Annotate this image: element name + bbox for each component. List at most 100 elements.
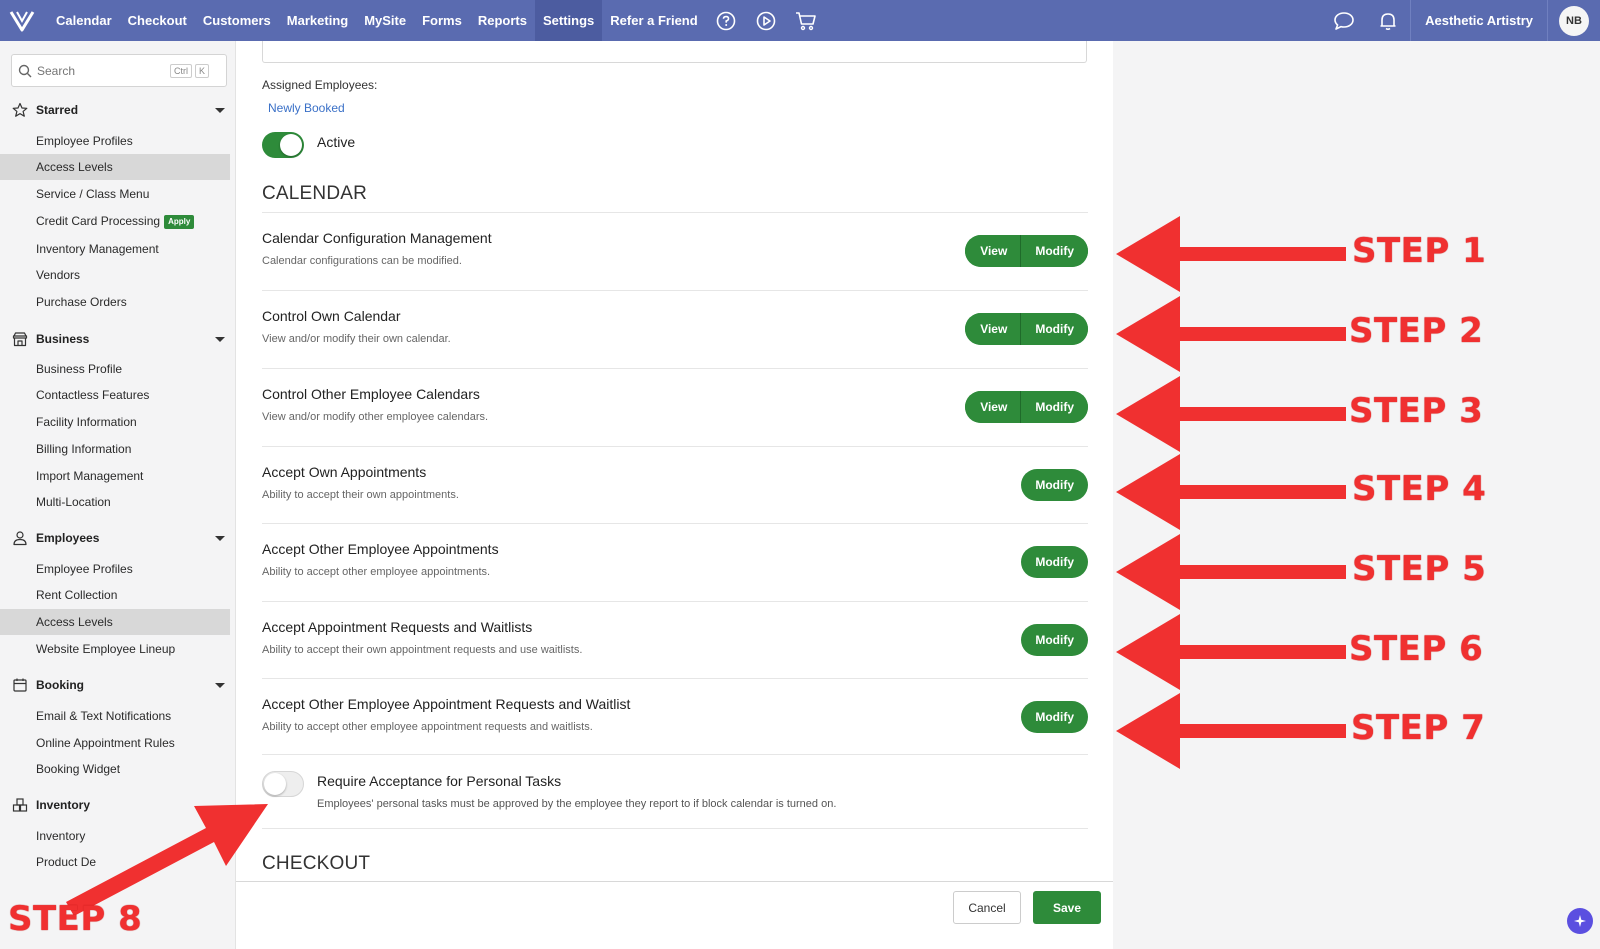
modify-button[interactable]: Modify <box>1021 391 1088 423</box>
apply-badge[interactable]: Apply <box>164 214 195 229</box>
sidebar-item-inventory[interactable]: Inventory <box>0 823 234 849</box>
modify-button[interactable]: Modify <box>1021 624 1088 656</box>
shortcut-k: K <box>195 63 210 78</box>
sidebar-item-employee-profiles-2[interactable]: Employee Profiles <box>0 556 234 582</box>
play-video-icon[interactable] <box>746 0 786 41</box>
permission-row-calendar-configuration: Calendar Configuration Management Calend… <box>262 212 1088 290</box>
permission-title: Accept Own Appointments <box>262 464 427 480</box>
sidebar-item-website-employee-lineup[interactable]: Website Employee Lineup <box>0 636 234 662</box>
step-7-label: STEP 7 <box>1351 708 1486 748</box>
permission-title: Accept Other Employee Appointment Reques… <box>262 696 631 712</box>
step-1-label: STEP 1 <box>1352 231 1487 271</box>
chevron-down-icon[interactable] <box>215 107 225 113</box>
chat-icon[interactable] <box>1322 0 1366 41</box>
sidebar-item-employee-profiles[interactable]: Employee Profiles <box>0 128 234 154</box>
star-icon <box>11 101 29 119</box>
step-2-label: STEP 2 <box>1349 311 1484 351</box>
personal-tasks-description: Employees' personal tasks must be approv… <box>317 798 837 810</box>
sidebar-item-access-levels[interactable]: Access Levels <box>0 154 230 180</box>
nav-forms[interactable]: Forms <box>414 0 470 41</box>
permission-description: Ability to accept other employee appoint… <box>262 566 491 578</box>
sidebar-item-purchase-orders[interactable]: Purchase Orders <box>0 289 234 315</box>
notifications-bell-icon[interactable] <box>1366 0 1410 41</box>
save-button[interactable]: Save <box>1033 891 1101 924</box>
nav-mysite[interactable]: MySite <box>356 0 414 41</box>
step-4-label: STEP 4 <box>1352 469 1487 509</box>
step-3-label: STEP 3 <box>1349 391 1484 431</box>
sidebar-item-rent-collection[interactable]: Rent Collection <box>0 582 234 608</box>
sidebar-item-business-profile[interactable]: Business Profile <box>0 356 234 382</box>
modify-button[interactable]: Modify <box>1021 546 1088 578</box>
chevron-down-icon[interactable] <box>215 682 225 688</box>
assigned-employees-link[interactable]: Newly Booked <box>268 101 345 115</box>
sidebar-item-contactless-features[interactable]: Contactless Features <box>0 382 234 408</box>
chevron-down-icon[interactable] <box>215 535 225 541</box>
sidebar-search[interactable]: Ctrl K <box>11 54 227 87</box>
section-title: Business <box>36 332 90 346</box>
sidebar-item-online-appointment-rules[interactable]: Online Appointment Rules <box>0 730 234 756</box>
chevron-down-icon[interactable] <box>215 336 225 342</box>
sidebar-item-import-management[interactable]: Import Management <box>0 463 234 489</box>
permission-row-accept-own-appointments: Accept Own Appointments Ability to accep… <box>262 446 1088 524</box>
avatar[interactable]: NB <box>1559 5 1589 36</box>
sidebar-item-billing-information[interactable]: Billing Information <box>0 436 234 462</box>
nav-customers[interactable]: Customers <box>195 0 279 41</box>
permission-row-accept-other-requests-waitlist: Accept Other Employee Appointment Reques… <box>262 678 1088 756</box>
toggle-knob <box>264 773 286 795</box>
business-name[interactable]: Aesthetic Artistry <box>1410 0 1548 41</box>
permission-title: Calendar Configuration Management <box>262 230 492 246</box>
boxes-icon <box>11 796 29 814</box>
sidebar-item-email-text-notifications[interactable]: Email & Text Notifications <box>0 703 234 729</box>
sidebar-item-facility-information[interactable]: Facility Information <box>0 409 234 435</box>
settings-sidebar: Ctrl K Starred Employee Profiles Access … <box>0 41 236 949</box>
sidebar-section-starred[interactable]: Starred <box>11 99 229 121</box>
modify-button[interactable]: Modify <box>1021 469 1088 501</box>
active-toggle[interactable] <box>262 132 304 158</box>
sidebar-section-business[interactable]: Business <box>11 328 229 350</box>
shortcut-ctrl: Ctrl <box>170 63 192 78</box>
personal-tasks-toggle[interactable] <box>262 771 304 797</box>
permission-description: Ability to accept other employee appoint… <box>262 721 593 733</box>
view-button[interactable]: View <box>965 391 1022 423</box>
permission-description: View and/or modify other employee calend… <box>262 411 489 423</box>
permission-title: Control Other Employee Calendars <box>262 386 480 402</box>
description-field[interactable] <box>262 41 1087 63</box>
step-6-label: STEP 6 <box>1349 629 1484 669</box>
assigned-employees-label: Assigned Employees: <box>262 78 378 92</box>
nav-settings[interactable]: Settings <box>534 0 603 41</box>
sidebar-item-service-class-menu[interactable]: Service / Class Menu <box>0 181 234 207</box>
view-button[interactable]: View <box>965 313 1022 345</box>
sidebar-item-credit-card-processing[interactable]: Credit Card Processing Apply <box>0 208 234 234</box>
modify-button[interactable]: Modify <box>1021 235 1088 267</box>
sidebar-section-booking[interactable]: Booking <box>11 674 229 696</box>
permission-button-group: Modify <box>1021 546 1088 578</box>
shopping-cart-icon[interactable] <box>786 0 826 41</box>
top-nav-bar: Calendar Checkout Customers Marketing My… <box>0 0 1600 41</box>
sidebar-section-employees[interactable]: Employees <box>11 527 229 549</box>
modify-button[interactable]: Modify <box>1021 313 1088 345</box>
nav-marketing[interactable]: Marketing <box>279 0 356 41</box>
ai-assistant-icon[interactable] <box>1567 908 1593 934</box>
view-button[interactable]: View <box>965 235 1022 267</box>
nav-calendar[interactable]: Calendar <box>48 0 120 41</box>
permission-button-group: Modify <box>1021 701 1088 733</box>
sidebar-item-access-levels-2[interactable]: Access Levels <box>0 609 230 635</box>
sidebar-item-product-details[interactable]: Product De <box>0 849 234 875</box>
nav-reports[interactable]: Reports <box>470 0 535 41</box>
sidebar-item-multi-location[interactable]: Multi-Location <box>0 489 234 515</box>
vagaro-logo-icon[interactable] <box>0 0 44 41</box>
nav-refer-a-friend[interactable]: Refer a Friend <box>602 0 705 41</box>
sidebar-item-booking-widget[interactable]: Booking Widget <box>0 756 234 782</box>
toggle-knob <box>280 134 302 156</box>
cancel-button[interactable]: Cancel <box>953 891 1021 924</box>
nav-checkout[interactable]: Checkout <box>120 0 195 41</box>
permission-row-accept-other-appointments: Accept Other Employee Appointments Abili… <box>262 523 1088 601</box>
help-icon[interactable] <box>706 0 746 41</box>
search-input[interactable] <box>37 63 167 78</box>
sidebar-section-inventory[interactable]: Inventory <box>11 794 229 816</box>
modify-button[interactable]: Modify <box>1021 701 1088 733</box>
person-icon <box>11 529 29 547</box>
sidebar-item-inventory-management[interactable]: Inventory Management <box>0 236 234 262</box>
permission-button-group: View Modify <box>965 235 1088 267</box>
sidebar-item-vendors[interactable]: Vendors <box>0 262 234 288</box>
